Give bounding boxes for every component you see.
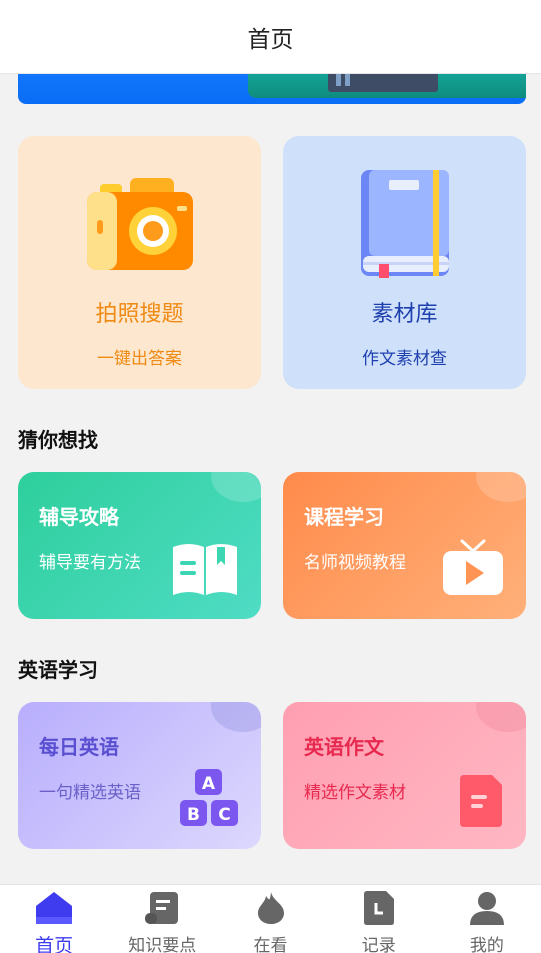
tutoring-guide-subtitle: 辅导要有方法 <box>39 553 141 573</box>
tv-play-icon <box>442 539 504 601</box>
top-bar: 首页 <box>0 0 541 74</box>
tab-watching[interactable]: 在看 <box>216 885 324 953</box>
home-icon <box>35 891 73 929</box>
daily-english-subtitle: 一句精选英语 <box>39 783 141 803</box>
photo-search-card[interactable]: 拍照搜题 一键出答案 <box>18 136 261 389</box>
tab-mine[interactable]: 我的 <box>433 885 541 953</box>
english-essay-title: 英语作文 <box>304 735 384 759</box>
section-title-guess: 猜你想找 <box>18 428 98 452</box>
block-letter-a: A <box>202 774 216 794</box>
tab-records-label: 记录 <box>361 936 396 953</box>
record-file-icon <box>363 891 394 929</box>
document-icon <box>460 775 504 831</box>
tab-home[interactable]: 首页 <box>0 885 108 953</box>
material-library-card[interactable]: 素材库 作文素材查 <box>283 136 526 389</box>
daily-english-card[interactable]: 每日英语 一句精选英语 A B C <box>18 702 261 849</box>
tab-records[interactable]: 记录 <box>325 885 433 953</box>
course-study-title: 课程学习 <box>304 505 384 529</box>
material-library-subtitle: 作文素材查 <box>362 349 447 369</box>
camera-icon <box>18 166 261 281</box>
section-title-english: 英语学习 <box>18 658 98 682</box>
tab-watching-label: 在看 <box>253 936 288 953</box>
tab-knowledge[interactable]: 知识要点 <box>108 885 216 953</box>
flame-icon <box>256 891 286 929</box>
tab-home-label: 首页 <box>35 935 74 953</box>
photo-search-subtitle: 一键出答案 <box>97 349 182 369</box>
course-study-subtitle: 名师视频教程 <box>304 553 406 573</box>
abc-blocks-icon: A B C <box>179 769 239 831</box>
page-title: 首页 <box>247 26 294 53</box>
scroll-icon <box>144 891 180 929</box>
photo-search-title: 拍照搜题 <box>95 302 184 327</box>
material-library-title: 素材库 <box>371 302 438 327</box>
tab-knowledge-label: 知识要点 <box>128 936 197 953</box>
daily-english-title: 每日英语 <box>39 735 119 759</box>
book-icon <box>283 166 526 281</box>
block-letter-c: C <box>218 805 230 825</box>
tab-mine-label: 我的 <box>469 936 504 953</box>
tutoring-guide-card[interactable]: 辅导攻略 辅导要有方法 <box>18 472 261 619</box>
course-study-card[interactable]: 课程学习 名师视频教程 <box>283 472 526 619</box>
english-essay-subtitle: 精选作文素材 <box>304 783 406 803</box>
english-essay-card[interactable]: 英语作文 精选作文素材 <box>283 702 526 849</box>
tutoring-guide-title: 辅导攻略 <box>39 505 119 529</box>
user-icon <box>469 891 505 929</box>
open-book-icon <box>171 541 239 601</box>
block-letter-b: B <box>187 805 200 825</box>
bottom-tab-bar: 首页 知识要点 在看 记录 我的 <box>0 884 541 953</box>
